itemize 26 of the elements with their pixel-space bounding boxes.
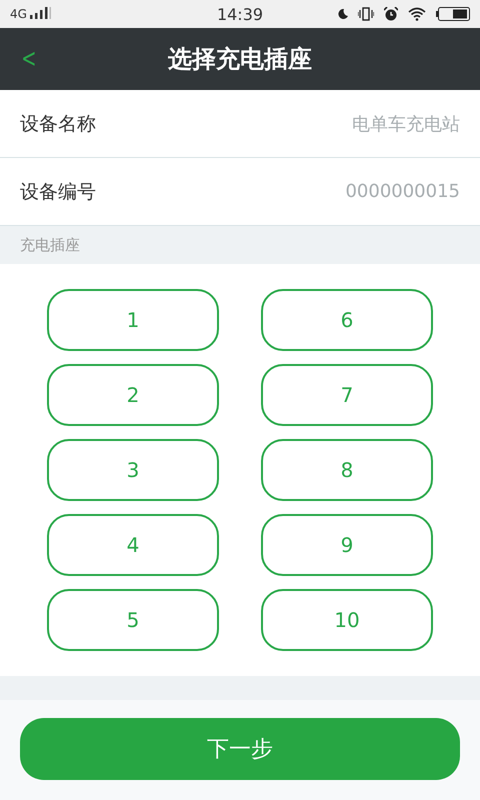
page-title: 选择充电插座 [168,45,312,73]
section-label: 充电插座 [20,236,80,254]
field-value: 电单车充电站 [352,112,460,136]
field-value: 0000000015 [345,181,460,202]
alarm-icon [384,7,398,21]
signal-icon [30,7,52,21]
vibrate-icon [358,7,374,21]
field-label: 设备编号 [20,180,96,204]
battery-icon [436,7,470,21]
wifi-icon [408,7,426,21]
socket-button[interactable]: 2 [47,364,219,426]
socket-button[interactable]: 4 [47,514,219,576]
socket-button[interactable]: 9 [261,514,433,576]
clock-time: 14:39 [216,4,264,24]
moon-icon [338,9,348,19]
socket-button[interactable]: 1 [47,289,219,351]
next-button[interactable]: 下一步 [20,718,460,780]
back-button[interactable]: < [17,44,41,74]
socket-button[interactable]: 3 [47,439,219,501]
socket-button[interactable]: 8 [261,439,433,501]
socket-button[interactable]: 10 [261,589,433,651]
socket-button[interactable]: 7 [261,364,433,426]
field-label: 设备名称 [20,112,96,136]
network-label: 4G [10,7,27,21]
socket-button[interactable]: 6 [261,289,433,351]
socket-button[interactable]: 5 [47,589,219,651]
